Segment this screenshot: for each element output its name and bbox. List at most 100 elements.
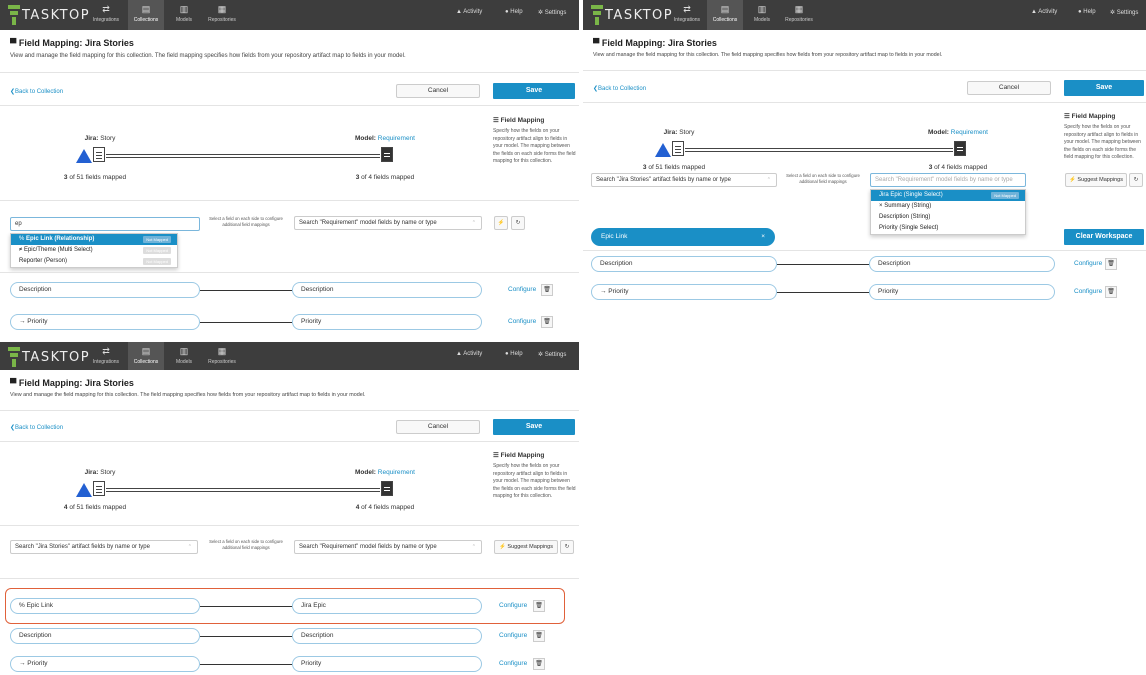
trash-icon[interactable]: 🗑 xyxy=(533,658,545,670)
clear-workspace-button[interactable]: Clear Workspace xyxy=(1064,229,1144,245)
trash-icon[interactable]: 🗑 xyxy=(533,630,545,642)
model-field-search-input[interactable]: Search "Requirement" model fields by nam… xyxy=(870,173,1026,187)
suggest-mappings-button[interactable]: ⚡ Suggest Mappings xyxy=(1065,173,1127,187)
nav-tab-integrations[interactable]: ⇄ Integrations xyxy=(88,0,124,30)
jira-field-search-select[interactable]: Search "Jira Stories" artifact fields by… xyxy=(591,173,777,187)
refresh-button[interactable]: ↻ xyxy=(1129,173,1143,187)
save-button[interactable]: Save xyxy=(1064,80,1144,96)
model-document-icon xyxy=(954,141,966,156)
nav-tab-repositories[interactable]: ▦ Repositories xyxy=(204,0,240,30)
configure-link[interactable]: Configure xyxy=(499,632,527,639)
save-button[interactable]: Save xyxy=(493,419,575,435)
configure-link[interactable]: Configure xyxy=(508,286,536,293)
model-field-pill[interactable]: Priority xyxy=(292,656,482,672)
trash-icon[interactable]: 🗑 xyxy=(533,600,545,612)
models-icon: ▥ xyxy=(757,4,767,14)
document-icon xyxy=(93,147,105,162)
settings-link[interactable]: ✲ Settings xyxy=(1110,9,1138,16)
tasktop-logo-icon xyxy=(591,5,603,25)
dropdown-option[interactable]: Description (String) xyxy=(871,212,1025,223)
model-field-search-select[interactable]: Search "Requirement" model fields by nam… xyxy=(294,216,482,230)
cancel-button[interactable]: Cancel xyxy=(396,84,480,98)
workspace-selected-field-pill[interactable]: Epic Link × xyxy=(591,228,775,246)
jira-field-pill[interactable]: % Epic Link xyxy=(10,598,200,614)
suggest-mappings-button[interactable]: ⚡ Suggest Mappings xyxy=(494,540,558,554)
dropdown-option[interactable]: % Epic Link (Relationship) Not Mapped xyxy=(11,234,177,245)
settings-link[interactable]: ✲ Settings xyxy=(538,351,566,358)
brand-name: TASKTOP xyxy=(22,350,91,365)
refresh-button[interactable]: ↻ xyxy=(560,540,574,554)
jira-field-pill[interactable]: → Priority xyxy=(10,314,200,330)
top-nav-bar: TASKTOP ⇄ Integrations ▤ Collections ▥ Mode… xyxy=(0,0,579,30)
nav-tab-collections[interactable]: ▤ Collections xyxy=(707,0,743,30)
help-link[interactable]: ● Help xyxy=(1078,9,1096,15)
nav-tab-models[interactable]: ▥ Models xyxy=(744,0,780,30)
cancel-button[interactable]: Cancel xyxy=(396,420,480,434)
refresh-button[interactable]: ↻ xyxy=(511,216,525,230)
dropdown-option[interactable]: × Summary (String) xyxy=(871,201,1025,212)
nav-tab-integrations[interactable]: ⇄ Integrations xyxy=(88,342,124,370)
jira-field-pill[interactable]: → Priority xyxy=(591,284,777,300)
settings-link[interactable]: ✲ Settings xyxy=(538,9,566,16)
model-field-pill[interactable]: Priority xyxy=(869,284,1055,300)
jira-artifact-label: Jira: Story xyxy=(84,469,116,476)
model-field-pill[interactable]: Description xyxy=(292,282,482,298)
jira-field-search-select[interactable]: Search "Jira Stories" artifact fields by… xyxy=(10,540,198,554)
jira-field-pill[interactable]: Description xyxy=(591,256,777,272)
cancel-button[interactable]: Cancel xyxy=(967,81,1051,95)
mapping-line xyxy=(685,151,953,152)
tasktop-logo-icon xyxy=(8,347,20,367)
dropdown-option[interactable]: Jira Epic (Single Select) Not Mapped xyxy=(871,190,1025,201)
back-to-collection-link[interactable]: ❮Back to Collection xyxy=(10,424,63,431)
help-link[interactable]: ● Help xyxy=(505,9,523,15)
nav-tab-models[interactable]: ▥ Models xyxy=(166,0,202,30)
mapping-connector xyxy=(200,636,292,637)
jira-field-pill[interactable]: → Priority xyxy=(10,656,200,672)
configure-link[interactable]: Configure xyxy=(508,318,536,325)
close-icon[interactable]: × xyxy=(761,228,765,246)
jira-field-pill[interactable]: Description xyxy=(10,282,200,298)
nav-tab-models[interactable]: ▥ Models xyxy=(166,342,202,370)
page-title: ▀ Field Mapping: Jira Stories xyxy=(10,38,134,48)
help-link[interactable]: ● Help xyxy=(505,351,523,357)
dropdown-option[interactable]: ≠ Epic/Theme (Multi Select) Not Mapped xyxy=(11,245,177,256)
dropdown-option[interactable]: Priority (Single Select) xyxy=(871,223,1025,234)
nav-tab-repositories[interactable]: ▦ Repositories xyxy=(204,342,240,370)
divider xyxy=(583,250,1146,251)
model-field-pill[interactable]: Description xyxy=(292,628,482,644)
trash-icon[interactable]: 🗑 xyxy=(1105,258,1117,270)
chevron-down-icon: ⌃ xyxy=(766,177,771,183)
back-to-collection-link[interactable]: ❮Back to Collection xyxy=(10,88,63,95)
jira-field-search-input[interactable]: ep xyxy=(10,217,200,231)
mapping-connector xyxy=(200,606,292,607)
nav-tab-collections[interactable]: ▤ Collections xyxy=(128,0,164,30)
jira-field-pill[interactable]: Description xyxy=(10,628,200,644)
save-button[interactable]: Save xyxy=(493,83,575,99)
trash-icon[interactable]: 🗑 xyxy=(541,284,553,296)
model-field-pill[interactable]: Jira Epic xyxy=(292,598,482,614)
model-field-pill[interactable]: Description xyxy=(869,256,1055,272)
document-icon xyxy=(672,141,684,156)
trash-icon[interactable]: 🗑 xyxy=(541,316,553,328)
trash-icon[interactable]: 🗑 xyxy=(1105,286,1117,298)
dropdown-option[interactable]: Reporter (Person) Not Mapped xyxy=(11,256,177,267)
model-document-icon xyxy=(381,481,393,496)
model-field-pill[interactable]: Priority xyxy=(292,314,482,330)
configure-link[interactable]: Configure xyxy=(1074,260,1102,267)
configure-link[interactable]: Configure xyxy=(499,602,527,609)
screenshot-panel-mapped-result: TASKTOP ⇄ Integrations ▤ Collections ▥ Mode… xyxy=(0,342,579,675)
activity-link[interactable]: ▲ Activity xyxy=(456,351,482,357)
suggest-mappings-icon-button[interactable]: ⚡ xyxy=(494,216,508,230)
back-to-collection-link[interactable]: ❮Back to Collection xyxy=(593,85,646,92)
configure-link[interactable]: Configure xyxy=(1074,288,1102,295)
divider xyxy=(0,105,579,106)
nav-tab-repositories[interactable]: ▦ Repositories xyxy=(781,0,817,30)
nav-tab-collections[interactable]: ▤ Collections xyxy=(128,342,164,370)
activity-link[interactable]: ▲ Activity xyxy=(456,9,482,15)
model-field-search-select[interactable]: Search "Requirement" model fields by nam… xyxy=(294,540,482,554)
nav-tab-integrations[interactable]: ⇄ Integrations xyxy=(669,0,705,30)
activity-link[interactable]: ▲ Activity xyxy=(1031,9,1057,15)
page-title: ▀ Field Mapping: Jira Stories xyxy=(593,38,717,48)
configure-link[interactable]: Configure xyxy=(499,660,527,667)
mapping-line xyxy=(106,154,380,155)
